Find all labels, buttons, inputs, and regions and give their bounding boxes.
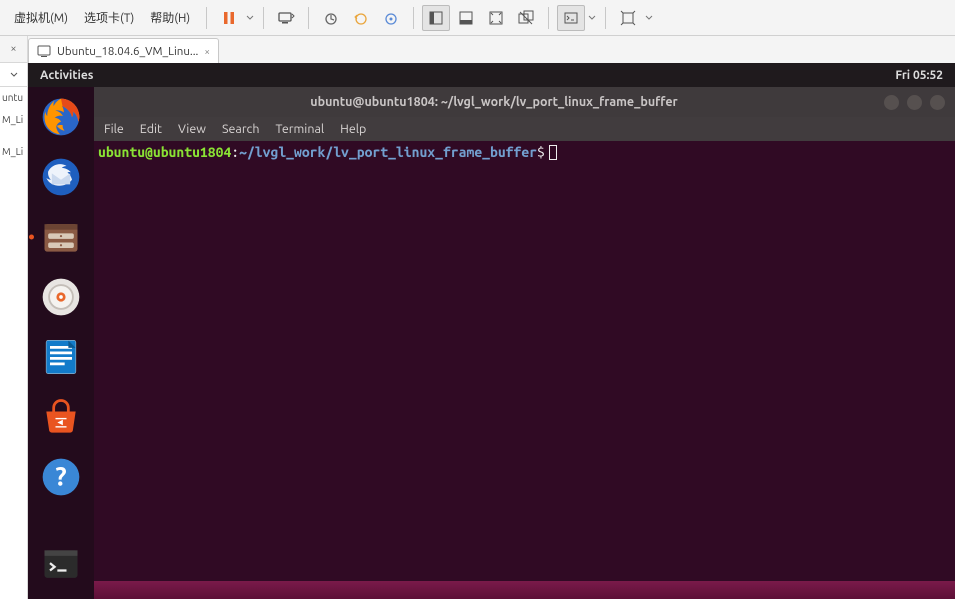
activities-button[interactable]: Activities (40, 69, 93, 82)
view-unity-button[interactable] (512, 5, 540, 31)
dock-help-icon[interactable]: ? (37, 453, 85, 501)
pause-dropdown[interactable] (245, 14, 255, 22)
terminal-menu-search[interactable]: Search (222, 122, 260, 136)
vmware-menubar: 虚拟机(M) 选项卡(T) 帮助(H) (6, 0, 198, 35)
console-dropdown[interactable] (587, 14, 597, 22)
view-sidebar-button[interactable] (422, 5, 450, 31)
terminal-menu-edit[interactable]: Edit (140, 122, 162, 136)
vm-tab-close[interactable]: × (204, 46, 210, 57)
prompt-colon: : (231, 144, 239, 160)
send-ctrl-alt-del-button[interactable] (272, 5, 300, 31)
menu-help[interactable]: 帮助(H) (142, 5, 198, 30)
vm-icon (37, 44, 51, 58)
prompt-path: ~/lvgl_work/lv_port_linux_frame_buffer (239, 144, 537, 160)
sidebar-dropdown[interactable] (0, 63, 27, 87)
terminal-menubar: File Edit View Search Terminal Help (94, 117, 955, 141)
window-maximize-button[interactable] (907, 95, 922, 110)
prompt-user: ubuntu@ubuntu1804 (98, 144, 231, 160)
library-sidebar: untu M_Li M_Li (0, 63, 28, 599)
desktop-background (94, 581, 955, 599)
dock-ubuntu-software-icon[interactable] (37, 393, 85, 441)
dock-thunderbird-icon[interactable] (37, 153, 85, 201)
terminal-menu-view[interactable]: View (178, 122, 206, 136)
stretch-button[interactable] (614, 5, 642, 31)
terminal-titlebar[interactable]: ubuntu@ubuntu1804: ~/lvgl_work/lv_port_l… (94, 87, 955, 117)
console-button[interactable] (557, 5, 585, 31)
ubuntu-dock: ? (28, 87, 94, 599)
view-fullscreen-button[interactable] (482, 5, 510, 31)
sidebar-close-button[interactable]: × (0, 36, 27, 63)
pause-button[interactable] (215, 5, 243, 31)
terminal-cursor (549, 145, 557, 160)
dock-firefox-icon[interactable] (37, 93, 85, 141)
terminal-menu-file[interactable]: File (104, 122, 124, 136)
guest-viewport: Activities Fri 05:52 (28, 63, 955, 599)
window-minimize-button[interactable] (884, 95, 899, 110)
snapshot-manage-button[interactable] (377, 5, 405, 31)
snapshot-take-button[interactable] (317, 5, 345, 31)
running-indicator-icon (29, 235, 34, 240)
terminal-window: ubuntu@ubuntu1804: ~/lvgl_work/lv_port_l… (94, 87, 955, 581)
prompt-dollar: $ (537, 144, 545, 160)
terminal-title: ubuntu@ubuntu1804: ~/lvgl_work/lv_port_l… (104, 95, 884, 109)
dock-rhythmbox-icon[interactable] (37, 273, 85, 321)
terminal-menu-terminal[interactable]: Terminal (276, 122, 325, 136)
vm-tab[interactable]: Ubuntu_18.04.6_VM_Linu... × (28, 38, 219, 63)
terminal-prompt: ubuntu@ubuntu1804:~/lvgl_work/lv_port_li… (98, 143, 951, 163)
library-entry[interactable]: M_Li (0, 141, 27, 163)
dock-files-icon[interactable] (37, 213, 85, 261)
dock-terminal-icon[interactable] (37, 541, 85, 589)
terminal-menu-help[interactable]: Help (340, 122, 366, 136)
vmware-toolbar: 虚拟机(M) 选项卡(T) 帮助(H) (0, 0, 955, 36)
window-close-button[interactable] (930, 95, 945, 110)
snapshot-revert-button[interactable] (347, 5, 375, 31)
library-entry[interactable]: M_Li (0, 109, 27, 131)
svg-text:?: ? (55, 461, 66, 490)
library-entry[interactable]: untu (0, 87, 27, 109)
dock-libreoffice-writer-icon[interactable] (37, 333, 85, 381)
tab-bar: × Ubuntu_18.04.6_VM_Linu... × (0, 36, 955, 63)
menu-tabs[interactable]: 选项卡(T) (76, 5, 142, 30)
view-bottombar-button[interactable] (452, 5, 480, 31)
stretch-dropdown[interactable] (644, 14, 654, 22)
clock[interactable]: Fri 05:52 (895, 69, 943, 82)
gnome-top-bar: Activities Fri 05:52 (28, 63, 955, 87)
vm-tab-label: Ubuntu_18.04.6_VM_Linu... (57, 45, 198, 58)
menu-vm[interactable]: 虚拟机(M) (6, 5, 76, 30)
terminal-body[interactable]: ubuntu@ubuntu1804:~/lvgl_work/lv_port_li… (94, 141, 955, 581)
